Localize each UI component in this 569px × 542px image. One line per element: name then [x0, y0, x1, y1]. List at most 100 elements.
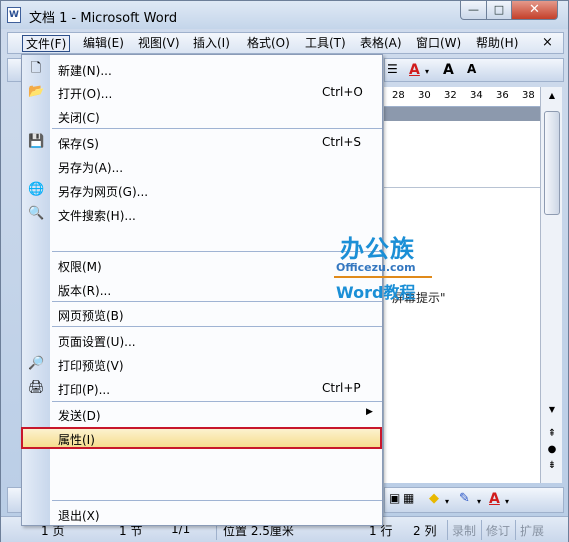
close-button[interactable]: ✕ [511, 1, 558, 20]
horizontal-ruler[interactable]: 28 30 32 34 36 38 [384, 87, 540, 107]
insert-picture-icon[interactable]: ▦ [403, 491, 414, 505]
logo-divider [334, 276, 432, 278]
open-folder-icon: 📂 [28, 84, 45, 99]
menu-view[interactable]: 视图(V) [135, 35, 183, 52]
menu-item-save[interactable]: 💾 保存(S) Ctrl+S [22, 131, 382, 153]
fill-color-icon[interactable]: ◆ [429, 491, 439, 506]
print-preview-icon: 🔎 [28, 356, 45, 371]
menu-edit[interactable]: 编辑(E) [80, 35, 127, 52]
menu-item-exit[interactable]: 退出(X) [22, 503, 382, 525]
ruler-number: 28 [392, 90, 405, 101]
menu-help[interactable]: 帮助(H) [473, 35, 521, 52]
menu-item-file-search[interactable]: 🔍 文件搜索(H)... [22, 203, 382, 225]
status-record[interactable]: 录制 [452, 522, 476, 539]
menu-item-label: 打印预览(V) [58, 359, 124, 373]
title-bar: W 文档 1 - Microsoft Word — □ ✕ [1, 1, 568, 29]
scroll-down-icon[interactable]: ▼ [544, 405, 560, 417]
menu-format[interactable]: 格式(O) [244, 35, 293, 52]
shrink-font-icon[interactable]: A [467, 62, 476, 76]
font-color-dropdown-icon[interactable]: ▾ [425, 67, 429, 76]
status-divider [447, 520, 448, 540]
previous-page-icon[interactable]: ⇞ [545, 427, 559, 441]
scroll-thumb[interactable] [544, 111, 560, 215]
print-icon: 🖨 [28, 380, 45, 395]
formatting-toolbar: ☰ A ▾ A A [384, 58, 564, 82]
menu-insert[interactable]: 插入(I) [190, 35, 233, 52]
menu-item-open[interactable]: 📂 打开(O)... Ctrl+O [22, 81, 382, 103]
font-color-icon[interactable]: A [409, 62, 420, 78]
menu-item-page-setup[interactable]: 页面设置(U)... [22, 329, 382, 351]
menu-item-web-preview[interactable]: 网页预览(B) [22, 303, 382, 325]
select-browse-object-icon[interactable]: ● [545, 443, 559, 457]
menu-item-label: 退出(X) [58, 509, 100, 523]
scroll-up-icon[interactable]: ▲ [544, 91, 560, 105]
menu-item-print-preview[interactable]: 🔎 打印预览(V) [22, 353, 382, 375]
menu-table[interactable]: 表格(A) [357, 35, 405, 52]
logo-domain-text: Officezu.com [336, 261, 416, 274]
menu-item-label: 另存为网页(G)... [58, 185, 149, 199]
minimize-button[interactable]: — [460, 1, 487, 20]
menu-separator [52, 301, 382, 302]
menu-separator [52, 326, 382, 327]
grow-font-icon[interactable]: A [443, 62, 454, 78]
menu-tools[interactable]: 工具(T) [302, 35, 349, 52]
vertical-scrollbar[interactable]: ▲ ▼ ⇞ ● ⇟ [540, 87, 562, 483]
menu-item-label: 打开(O)... [58, 87, 113, 101]
status-column: 2 列 [413, 524, 437, 538]
status-track-changes[interactable]: 修订 [486, 522, 510, 539]
status-divider [515, 520, 516, 540]
officezu-watermark-logo: 办公族 Officezu.com Word教程 [334, 229, 434, 304]
menu-item-label: 页面设置(U)... [58, 335, 136, 349]
logo-main-text: 办公族 [340, 235, 415, 263]
align-icon[interactable]: ☰ [387, 62, 398, 76]
menu-item-close[interactable]: 关闭(C) [22, 105, 382, 127]
menu-item-properties[interactable]: 属性(I) [21, 427, 382, 449]
menu-item-label: 保存(S) [58, 137, 99, 151]
menu-item-label: 另存为(A)... [58, 161, 124, 175]
menu-item-save-as[interactable]: 另存为(A)... [22, 155, 382, 177]
menu-item-versions[interactable]: 版本(R)... [22, 278, 382, 300]
save-icon: 💾 [28, 134, 45, 149]
ruler-number: 38 [522, 90, 535, 101]
menu-item-shortcut: Ctrl+S [322, 135, 362, 149]
menu-item-label: 属性(I) [58, 433, 95, 447]
menu-separator [52, 128, 382, 129]
maximize-button[interactable]: □ [486, 1, 512, 20]
menu-bar: 文件(F) 编辑(E) 视图(V) 插入(I) 格式(O) 工具(T) 表格(A… [7, 32, 564, 54]
line-color-icon[interactable]: ✎ [459, 491, 470, 506]
next-page-icon[interactable]: ⇟ [545, 459, 559, 473]
insert-clipart-icon[interactable]: ▣ [389, 491, 400, 505]
menu-item-label: 网页预览(B) [58, 309, 124, 323]
menu-file[interactable]: 文件(F) [22, 35, 71, 52]
new-document-icon: 🗋 [30, 61, 42, 76]
menu-item-label: 新建(N)... [58, 64, 112, 78]
status-extend[interactable]: 扩展 [520, 522, 544, 539]
menu-item-label: 打印(P)... [58, 383, 111, 397]
draw-font-color-icon[interactable]: A [489, 491, 500, 507]
ruler-number: 34 [470, 90, 483, 101]
menu-item-permission[interactable]: 权限(M) [22, 254, 382, 276]
menu-item-save-as-web[interactable]: 🌐 另存为网页(G)... [22, 179, 382, 201]
file-menu-dropdown: 🗋 新建(N)... 📂 打开(O)... Ctrl+O 关闭(C) 💾 保存(… [21, 54, 383, 526]
submenu-arrow-icon: ▶ [366, 407, 373, 417]
menu-item-print[interactable]: 🖨 打印(P)... Ctrl+P [22, 377, 382, 399]
line-color-dropdown-icon[interactable]: ▾ [477, 497, 481, 506]
save-as-web-icon: 🌐 [28, 182, 45, 197]
fill-color-dropdown-icon[interactable]: ▾ [445, 497, 449, 506]
window-title: 文档 1 - Microsoft Word [29, 11, 178, 26]
ruler-number: 36 [496, 90, 509, 101]
menu-item-send-to[interactable]: 发送(D) ▶ [22, 403, 382, 425]
draw-font-color-dropdown-icon[interactable]: ▾ [505, 497, 509, 506]
header-boundary [384, 187, 540, 188]
menu-item-label: 版本(R)... [58, 284, 112, 298]
menu-separator [52, 251, 382, 252]
word-window: W 文档 1 - Microsoft Word — □ ✕ 文件(F) 编辑(E… [0, 0, 569, 542]
word-app-icon[interactable]: W [7, 7, 21, 23]
menu-item-label: 文件搜索(H)... [58, 209, 136, 223]
close-document-icon[interactable]: × [542, 35, 553, 50]
menu-separator [52, 401, 382, 402]
menu-window[interactable]: 窗口(W) [413, 35, 464, 52]
menu-item-shortcut: Ctrl+O [322, 85, 363, 99]
menu-item-label: 关闭(C) [58, 111, 100, 125]
menu-item-new[interactable]: 🗋 新建(N)... [22, 58, 382, 80]
